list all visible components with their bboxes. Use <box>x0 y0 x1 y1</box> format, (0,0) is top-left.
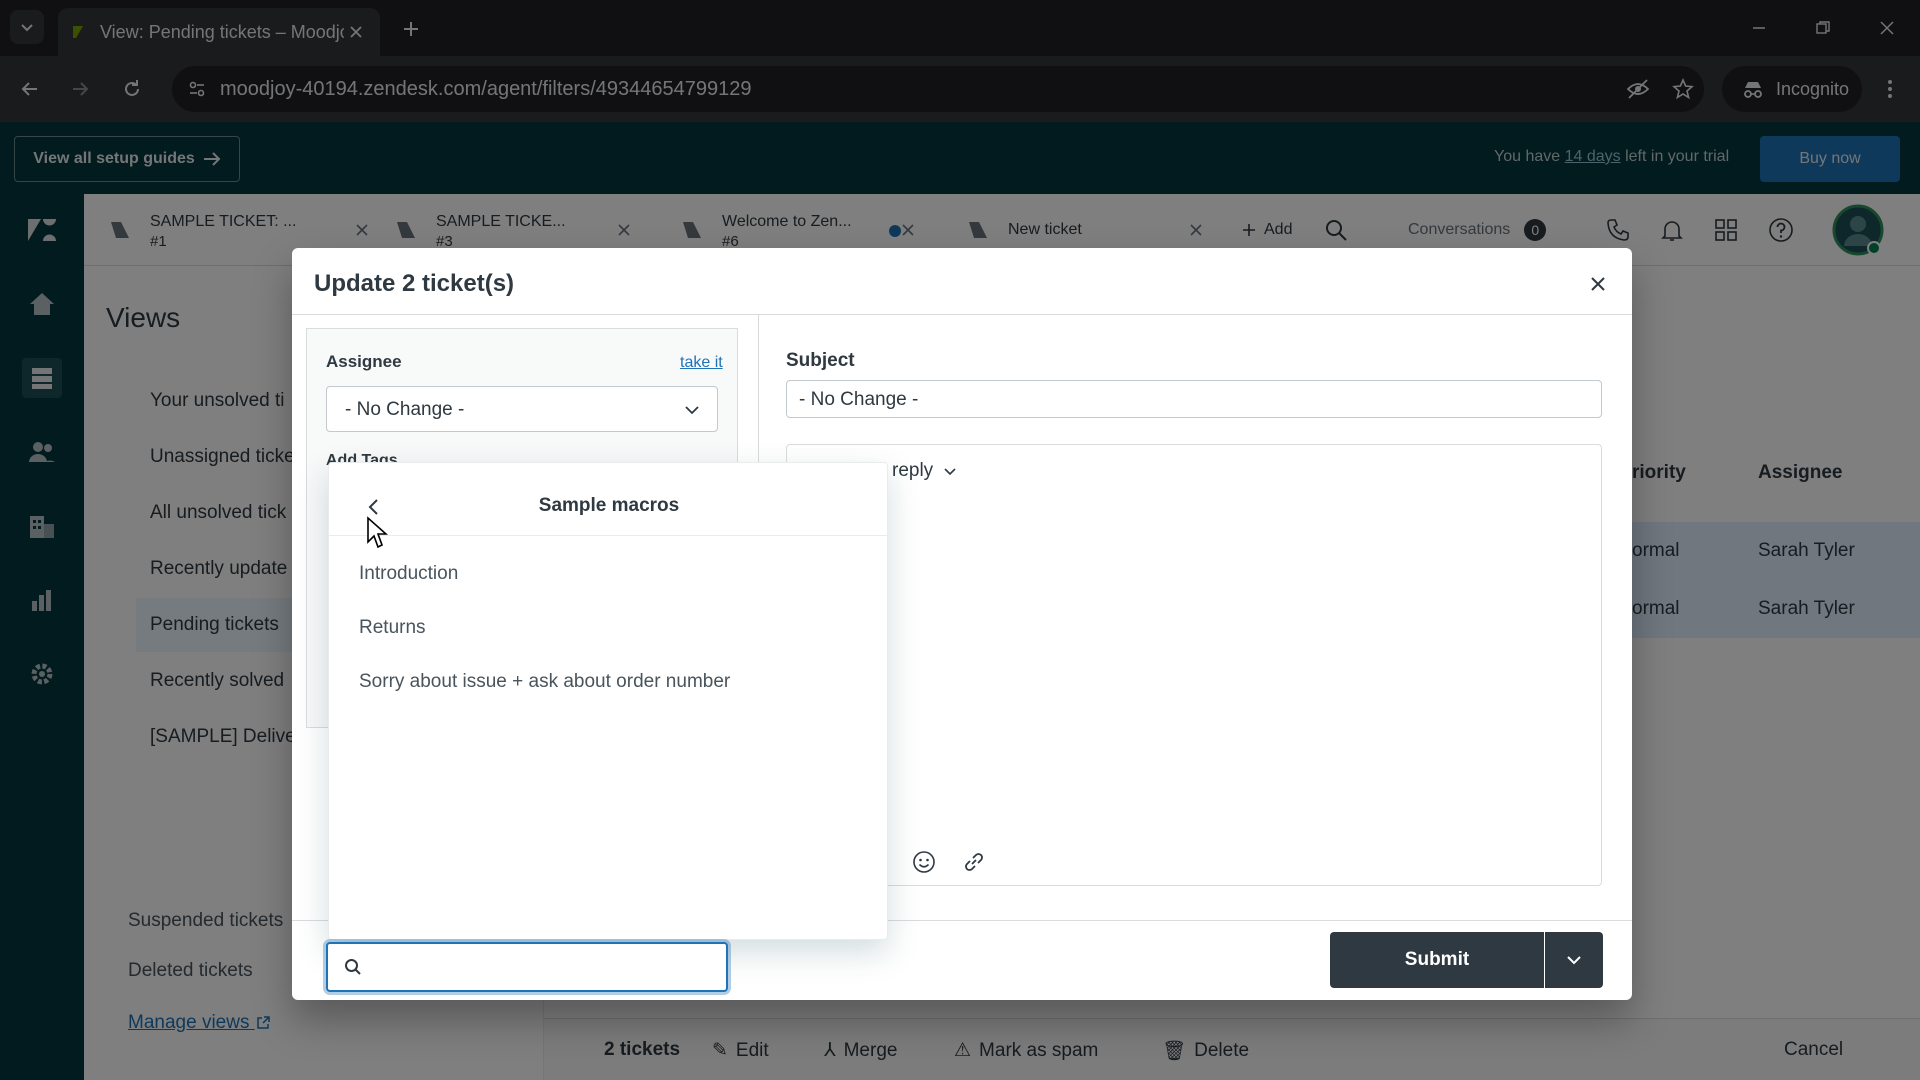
macro-item-introduction[interactable]: Introduction <box>359 563 458 585</box>
subject-label: Subject <box>786 350 855 371</box>
assignee-select[interactable]: - No Change - <box>326 386 718 432</box>
close-icon <box>1591 277 1605 291</box>
modal-title: Update 2 ticket(s) <box>314 270 515 297</box>
modal-close-button[interactable] <box>1586 272 1610 296</box>
emoji-icon <box>913 851 935 873</box>
mouse-cursor-icon <box>367 516 388 549</box>
subject-field[interactable]: - No Change - <box>786 380 1602 418</box>
emoji-button[interactable] <box>910 848 938 876</box>
comment-editor[interactable] <box>786 444 1602 886</box>
take-it-link[interactable]: take it <box>680 354 723 372</box>
macro-item-sorry-about-issue[interactable]: Sorry about issue + ask about order numb… <box>359 671 730 693</box>
reply-type-label: reply <box>892 460 934 481</box>
modal-divider <box>292 314 1632 315</box>
chevron-down-icon <box>944 468 956 476</box>
reply-type-selector[interactable]: reply <box>892 460 957 482</box>
subject-value: - No Change - <box>799 389 919 410</box>
macro-menu-divider <box>329 535 889 536</box>
search-icon <box>345 959 361 975</box>
link-button[interactable] <box>960 848 988 876</box>
macro-search-field[interactable] <box>326 942 728 992</box>
macro-menu-heading: Sample macros <box>538 495 680 516</box>
macro-search-input[interactable] <box>372 952 712 982</box>
macro-menu: Sample macros Introduction Returns Sorry… <box>328 462 889 940</box>
submit-options-button[interactable] <box>1545 932 1603 988</box>
assignee-label: Assignee <box>326 352 402 371</box>
chevron-down-icon <box>685 406 699 415</box>
chevron-down-icon <box>1567 956 1581 965</box>
link-icon <box>965 853 983 871</box>
submit-button[interactable]: Submit <box>1330 932 1544 988</box>
assignee-value: - No Change - <box>345 399 465 420</box>
macro-item-returns[interactable]: Returns <box>359 617 426 639</box>
